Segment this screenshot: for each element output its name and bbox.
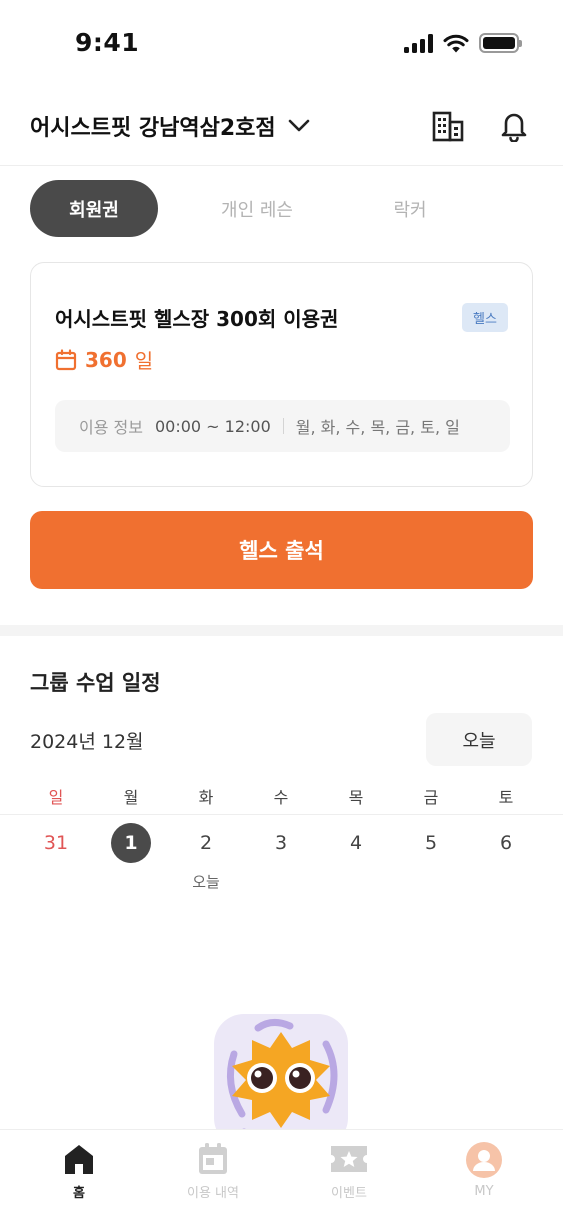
- membership-card[interactable]: 어시스트핏 헬스장 300회 이용권 헬스 360 일 이용 정보 00:00 …: [30, 262, 533, 487]
- weekday-header: 일 월 화 수 목 금 토: [0, 784, 563, 814]
- gym-name: 어시스트핏 강남역삼2호점: [30, 116, 276, 141]
- calendar-icon: [55, 348, 77, 370]
- app-header: 어시스트핏 강남역삼2호점: [0, 88, 563, 166]
- bell-icon[interactable]: [494, 106, 534, 146]
- weekday-thu: 목: [348, 788, 364, 807]
- membership-tabs: 회원권 개인 레슨 락커: [30, 180, 533, 237]
- nav-my-label: MY: [474, 1184, 494, 1199]
- date-sat[interactable]: 6: [481, 822, 531, 864]
- bottom-navigation: 홈 이용 내역 이벤트 MY: [0, 1129, 563, 1218]
- usage-time: 00:00 ~ 12:00: [154, 416, 271, 436]
- nav-events[interactable]: 이벤트: [299, 1142, 399, 1201]
- weekday-fri: 금: [423, 788, 439, 807]
- weekday-divider: [0, 814, 563, 815]
- tab-locker[interactable]: 락커: [370, 180, 450, 237]
- wifi-icon: [443, 34, 469, 52]
- date-number: 3: [274, 832, 288, 854]
- membership-type-badge: 헬스: [462, 303, 508, 332]
- weekday-sun: 일: [48, 788, 64, 807]
- nav-history-label: 이용 내역: [187, 1186, 239, 1201]
- date-number: 1: [111, 823, 151, 863]
- profile-icon: [466, 1142, 502, 1178]
- membership-title: 어시스트핏 헬스장 300회 이용권: [55, 307, 339, 331]
- tab-membership[interactable]: 회원권: [30, 180, 158, 237]
- date-fri[interactable]: 5: [406, 822, 456, 864]
- battery-icon: [479, 33, 522, 53]
- nav-my[interactable]: MY: [434, 1142, 534, 1199]
- ticket-star-icon: [331, 1146, 367, 1172]
- today-button[interactable]: 오늘: [426, 713, 532, 766]
- cellular-signal-icon: [404, 33, 433, 53]
- date-tue[interactable]: 2: [181, 822, 231, 864]
- weekday-sat: 토: [498, 788, 514, 807]
- date-thu[interactable]: 4: [331, 822, 381, 864]
- remaining-days-unit: 일: [134, 349, 154, 373]
- remaining-days-value: 360: [85, 347, 127, 372]
- chevron-down-icon: [288, 119, 309, 132]
- status-time: 9:41: [75, 28, 140, 57]
- weekday-mon: 월: [123, 788, 139, 807]
- weekday-wed: 수: [273, 788, 289, 807]
- month-label: 2024년 12월: [30, 731, 144, 753]
- date-number: 31: [43, 832, 69, 854]
- building-icon[interactable]: [428, 106, 468, 146]
- checkin-button[interactable]: 헬스 출석: [30, 511, 533, 589]
- date-number: 5: [424, 832, 438, 854]
- date-number: 6: [499, 832, 513, 854]
- usage-info-label: 이용 정보: [79, 418, 143, 437]
- usage-info: 이용 정보 00:00 ~ 12:00 월, 화, 수, 목, 금, 토, 일: [55, 400, 510, 452]
- home-icon: [65, 1145, 93, 1174]
- nav-events-label: 이벤트: [331, 1186, 367, 1201]
- date-wed[interactable]: 3: [256, 822, 306, 864]
- weekday-tue: 화: [198, 788, 214, 807]
- usage-info-divider: [282, 418, 284, 434]
- today-indicator: 오늘: [192, 873, 220, 891]
- calendar-icon: [199, 1143, 227, 1174]
- date-number: 2: [199, 832, 213, 854]
- usage-days: 월, 화, 수, 목, 금, 토, 일: [295, 418, 460, 437]
- date-number: 4: [349, 832, 363, 854]
- gym-selector[interactable]: 어시스트핏 강남역삼2호점: [30, 110, 312, 142]
- date-mon-selected[interactable]: 1: [106, 822, 156, 864]
- status-icons: [404, 33, 522, 53]
- group-class-title: 그룹 수업 일정: [30, 671, 161, 695]
- nav-history[interactable]: 이용 내역: [163, 1142, 263, 1201]
- nav-home-label: 홈: [73, 1186, 85, 1201]
- date-sun[interactable]: 31: [31, 822, 81, 864]
- remaining-days: 360 일: [55, 345, 153, 374]
- mascot-illustration: [214, 1014, 348, 1148]
- week-dates: 31 1 2 3 4 5 6 오늘: [0, 822, 563, 892]
- status-bar: 9:41: [0, 0, 563, 88]
- section-divider: [0, 625, 563, 636]
- nav-home[interactable]: 홈: [29, 1142, 129, 1201]
- tab-personal-lesson[interactable]: 개인 레슨: [200, 180, 314, 237]
